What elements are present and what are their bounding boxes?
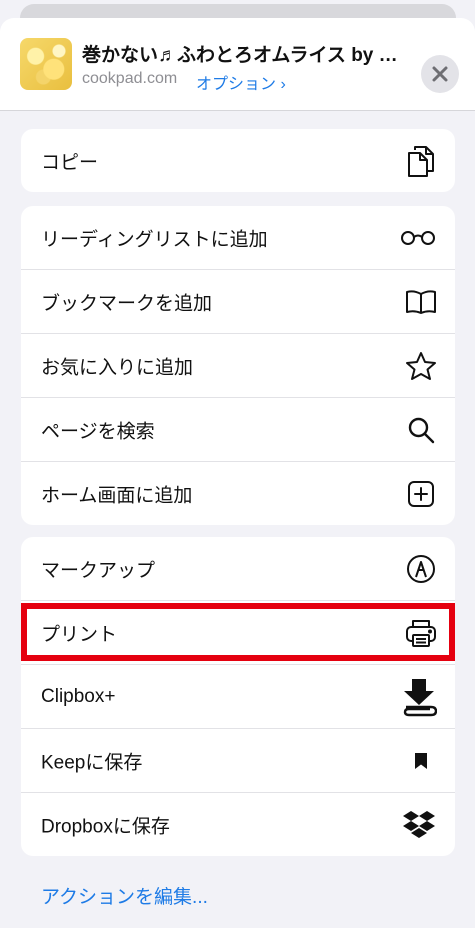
- action-add-reading-list[interactable]: リーディングリストに追加: [21, 206, 455, 269]
- page-title: 巻かない♬ふわとろオムライス by ミ…: [82, 45, 402, 66]
- action-group-3: マークアップ プリント Clipbox+ Keepに保存 Dropboxに保存: [21, 537, 455, 856]
- action-group-1: コピー: [21, 129, 455, 192]
- action-label: ホーム画面に追加: [41, 485, 193, 506]
- options-link[interactable]: オプション ›: [196, 70, 286, 94]
- print-highlight-box: [21, 603, 455, 661]
- action-label: ページを検索: [41, 421, 155, 442]
- action-markup[interactable]: マークアップ: [21, 537, 455, 600]
- copy-icon: [405, 145, 437, 177]
- action-label: Clipbox+: [41, 685, 116, 707]
- action-clipbox[interactable]: Clipbox+: [21, 664, 455, 728]
- close-icon: [432, 66, 448, 82]
- clipbox-download-icon: [401, 677, 437, 717]
- close-button[interactable]: [421, 55, 459, 93]
- add-square-icon: [405, 478, 437, 510]
- action-label: リーディングリストに追加: [41, 229, 268, 250]
- action-keep[interactable]: Keepに保存: [21, 728, 455, 792]
- action-label: マークアップ: [41, 560, 156, 581]
- action-copy[interactable]: コピー: [21, 129, 455, 192]
- edit-actions-link[interactable]: アクションを編集...: [41, 882, 208, 909]
- dropbox-icon: [401, 809, 437, 841]
- share-header: 巻かない♬ふわとろオムライス by ミ… cookpad.com オプション ›: [0, 18, 475, 111]
- action-add-bookmark[interactable]: ブックマークを追加: [21, 269, 455, 333]
- action-label: Dropboxに保存: [41, 816, 170, 837]
- glasses-icon: [399, 222, 437, 254]
- action-label: コピー: [41, 152, 99, 173]
- markup-pen-icon: [405, 553, 437, 585]
- bookmark-icon: [405, 745, 437, 777]
- action-find-on-page[interactable]: ページを検索: [21, 397, 455, 461]
- action-group-2: リーディングリストに追加 ブックマークを追加 お気に入りに追加 ページを検索 ホ…: [21, 206, 455, 525]
- star-icon: [405, 350, 437, 382]
- action-dropbox[interactable]: Dropboxに保存: [21, 792, 455, 856]
- action-label: ブックマークを追加: [41, 293, 213, 314]
- action-add-home-screen[interactable]: ホーム画面に追加: [21, 461, 455, 525]
- action-label: Keepに保存: [41, 752, 143, 773]
- search-icon: [405, 414, 437, 446]
- action-label: お気に入りに追加: [41, 357, 194, 378]
- book-icon: [405, 286, 437, 318]
- page-thumbnail: [20, 38, 72, 90]
- page-domain: cookpad.com: [82, 70, 178, 87]
- action-add-favorites[interactable]: お気に入りに追加: [21, 333, 455, 397]
